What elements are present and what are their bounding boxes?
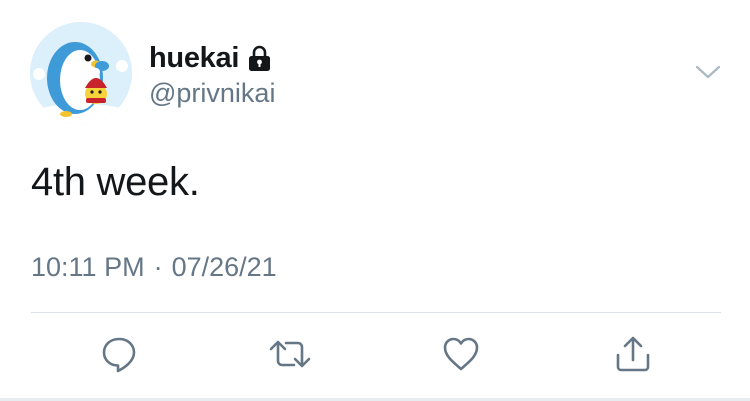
lock-icon <box>248 45 271 72</box>
retweet-icon <box>268 334 312 379</box>
share-button[interactable] <box>609 332 657 380</box>
user-handle[interactable]: @privnikai <box>149 78 275 109</box>
share-icon <box>613 334 653 379</box>
meta-separator: · <box>153 252 163 282</box>
chevron-down-icon[interactable] <box>694 62 722 82</box>
tweet-time: 10:11 PM <box>31 252 145 282</box>
divider <box>31 312 721 313</box>
tweet-actions <box>0 332 750 380</box>
reply-button[interactable] <box>95 332 143 380</box>
penguin-avatar-image <box>30 22 132 124</box>
avatar[interactable] <box>30 22 132 124</box>
retweet-button[interactable] <box>266 332 314 380</box>
tweet-timestamp: 10:11 PM · 07/26/21 <box>31 252 277 283</box>
heart-icon <box>441 334 481 379</box>
like-button[interactable] <box>437 332 485 380</box>
tweet-text: 4th week. <box>31 160 200 204</box>
tweet-date: 07/26/21 <box>171 252 277 282</box>
author-name-row: huekai <box>149 40 271 76</box>
display-name[interactable]: huekai <box>149 42 239 75</box>
reply-icon <box>99 334 139 379</box>
